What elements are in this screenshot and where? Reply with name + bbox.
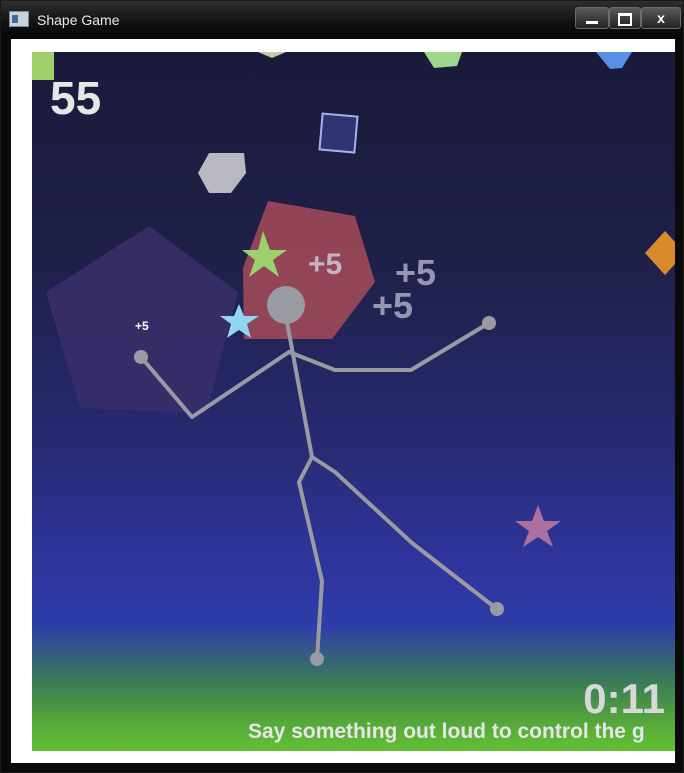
orange-diamond-shape <box>645 231 675 275</box>
minimize-button[interactable] <box>575 7 609 29</box>
game-canvas[interactable]: 55 +5 +5 +5 +5 0:11 Say something out lo… <box>32 52 675 751</box>
client-area: 55 +5 +5 +5 +5 0:11 Say something out lo… <box>11 39 675 763</box>
gray-hexagon-shape <box>198 153 246 193</box>
left-hand <box>134 350 148 364</box>
right-leg <box>310 455 499 611</box>
yellow-shape <box>258 52 286 58</box>
pink-star-shape <box>515 505 561 547</box>
blue-shape <box>596 52 632 69</box>
left-leg <box>297 455 324 661</box>
points-popup: +5 <box>372 285 414 326</box>
score-display: 55 <box>50 72 102 124</box>
maximize-icon <box>618 12 632 26</box>
timer-display: 0:11 <box>583 675 665 722</box>
points-popup-small: +5 <box>135 319 149 333</box>
torso <box>285 320 314 459</box>
title-bar[interactable]: Shape Game x <box>1 1 683 39</box>
left-foot <box>310 652 324 666</box>
game-window: Shape Game x 55 +5 +5 +5 +5 0:11 Say som… <box>0 0 684 773</box>
square-outline-shape <box>318 112 359 154</box>
maximize-button[interactable] <box>609 7 641 29</box>
minimize-icon <box>586 20 598 24</box>
right-foot <box>490 602 504 616</box>
game-scene <box>32 52 675 666</box>
voice-prompt: Say something out loud to control the g <box>248 720 645 743</box>
points-popup: +5 <box>308 248 343 281</box>
green-pentagon-shape <box>424 52 462 68</box>
close-button[interactable]: x <box>641 7 681 29</box>
app-icon <box>9 11 29 27</box>
right-hand <box>482 316 496 330</box>
player-head <box>267 286 305 324</box>
window-title: Shape Game <box>37 12 120 28</box>
